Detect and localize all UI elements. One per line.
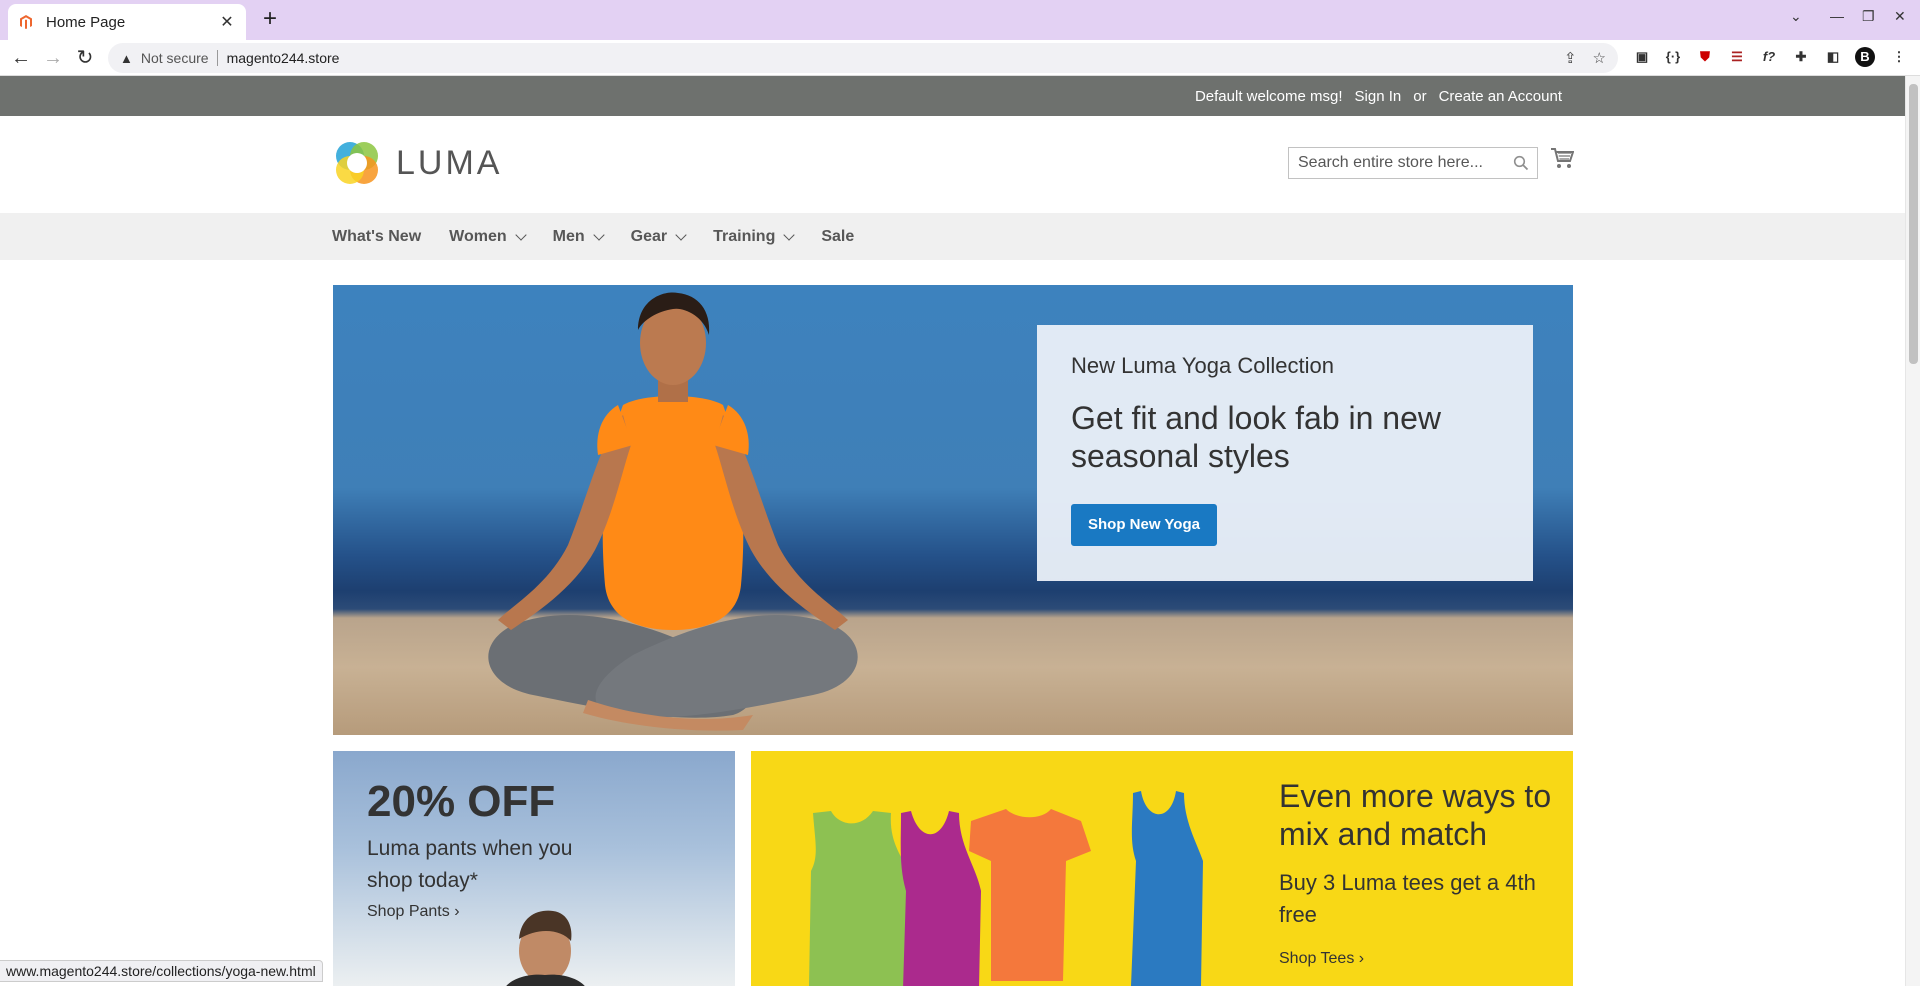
hero-promo-card: New Luma Yoga Collection Get fit and loo… (1037, 325, 1533, 581)
extension-lines-icon[interactable]: ☰ (1727, 47, 1747, 67)
hero-headline: Get fit and look fab in new seasonal sty… (1071, 400, 1441, 474)
promo-pants-description: Luma pants when you shop today* (367, 837, 573, 892)
profile-avatar-icon[interactable]: B (1855, 47, 1875, 67)
chevron-down-icon (675, 228, 687, 241)
ublock-icon[interactable]: ⛊ (1695, 47, 1715, 67)
luma-logo-icon (336, 142, 378, 184)
chevron-right-icon: › (454, 903, 460, 920)
hero-subtitle: New Luma Yoga Collection (1071, 353, 1334, 378)
shop-tees-link[interactable]: Shop Tees › (1279, 950, 1364, 968)
search-input[interactable] (1289, 148, 1499, 178)
new-tab-icon[interactable]: + (258, 7, 282, 31)
nav-item-men[interactable]: Men (552, 227, 605, 246)
nav-item-gear[interactable]: Gear (630, 227, 687, 246)
nav-item-label: Women (449, 227, 507, 245)
tab-close-icon[interactable]: ✕ (218, 12, 236, 32)
nav-item-whats-new[interactable]: What's New (332, 228, 421, 246)
restore-icon[interactable]: ❐ (1862, 8, 1875, 25)
nav-item-label: Sale (821, 227, 855, 245)
forward-icon[interactable]: → (41, 46, 65, 70)
extension-profile-icon[interactable]: ▣ (1632, 47, 1652, 67)
extension-f-icon[interactable]: f? (1759, 47, 1779, 67)
promo-pants-discount: 20% OFF (367, 777, 556, 826)
shop-pants-label: Shop Pants (367, 903, 450, 920)
nav-item-label: Training (713, 227, 776, 245)
chevron-down-icon (783, 228, 796, 241)
promo-tees-block[interactable]: Even more ways to mix and match Buy 3 Lu… (751, 751, 1573, 986)
promo-pants-block[interactable]: 20% OFF Luma pants when you shop today* … (333, 751, 735, 986)
shop-new-yoga-button[interactable]: Shop New Yoga (1071, 504, 1217, 546)
magento-favicon-icon (20, 15, 32, 29)
extensions-puzzle-icon[interactable]: ✚ (1791, 47, 1811, 67)
bookmark-star-icon[interactable]: ☆ (1593, 49, 1606, 67)
or-separator: or (1413, 87, 1427, 105)
search-icon[interactable] (1513, 155, 1529, 171)
tab-title: Home Page (46, 13, 126, 31)
back-icon[interactable]: ← (9, 46, 33, 70)
chevron-down-icon (514, 228, 527, 241)
extension-braces-icon[interactable]: {·} (1663, 47, 1683, 67)
create-account-link[interactable]: Create an Account (1439, 88, 1562, 105)
browser-tabstrip: Home Page ✕ + ⌄ — ❐ ✕ (0, 0, 1920, 40)
browser-tab[interactable]: Home Page ✕ (8, 4, 246, 40)
browser-menu-icon[interactable]: ⋮ (1889, 47, 1909, 67)
nav-item-label: Gear (630, 227, 668, 245)
chevron-right-icon: › (1358, 950, 1365, 967)
share-icon[interactable]: ⇪ (1564, 49, 1577, 67)
hero-banner[interactable]: New Luma Yoga Collection Get fit and loo… (333, 285, 1573, 735)
side-panel-icon[interactable]: ◧ (1823, 47, 1843, 67)
scrollbar-thumb[interactable] (1909, 84, 1918, 364)
page-viewport: Default welcome msg! Sign In or Create a… (0, 76, 1905, 986)
address-bar[interactable]: ▲ Not secure magento244.store ⇪ ☆ (108, 43, 1618, 73)
logo-wordmark: LUMA (396, 143, 503, 182)
main-navigation: What's New Women Men Gear Training Sale (0, 213, 1905, 260)
nav-item-women[interactable]: Women (449, 227, 527, 246)
nav-item-label: What's New (332, 227, 422, 245)
welcome-message: Default welcome msg! (1194, 87, 1343, 105)
page-scrollbar[interactable] (1905, 76, 1920, 986)
shop-pants-link[interactable]: Shop Pants › (367, 903, 460, 921)
warning-icon: ▲ (120, 50, 133, 66)
status-bar-url: www.magento244.store/collections/yoga-ne… (0, 960, 323, 982)
promo-tees-title: Even more ways to mix and match (1279, 778, 1552, 852)
nav-item-sale[interactable]: Sale (821, 228, 854, 246)
nav-item-label: Men (552, 227, 585, 245)
reload-icon[interactable]: ↻ (73, 46, 97, 70)
site-header: LUMA (0, 116, 1905, 213)
tab-search-icon[interactable]: ⌄ (1790, 8, 1802, 25)
browser-toolbar: ← → ↻ ▲ Not secure magento244.store ⇪ ☆ … (0, 40, 1920, 76)
not-secure-label: Not secure (141, 50, 218, 66)
address-url[interactable]: magento244.store (227, 50, 340, 66)
promo-tees-description: Buy 3 Luma tees get a 4th free (1279, 870, 1536, 927)
minimize-icon[interactable]: — (1830, 8, 1844, 24)
chevron-down-icon (592, 228, 605, 241)
search-box[interactable] (1288, 147, 1538, 179)
nav-item-training[interactable]: Training (713, 227, 796, 246)
cart-icon[interactable] (1550, 146, 1574, 170)
luma-logo[interactable]: LUMA (332, 138, 502, 188)
shop-tees-label: Shop Tees (1279, 950, 1355, 967)
window-close-icon[interactable]: ✕ (1894, 8, 1906, 25)
top-bar: Default welcome msg! Sign In or Create a… (0, 76, 1905, 116)
sign-in-link[interactable]: Sign In (1355, 88, 1402, 105)
